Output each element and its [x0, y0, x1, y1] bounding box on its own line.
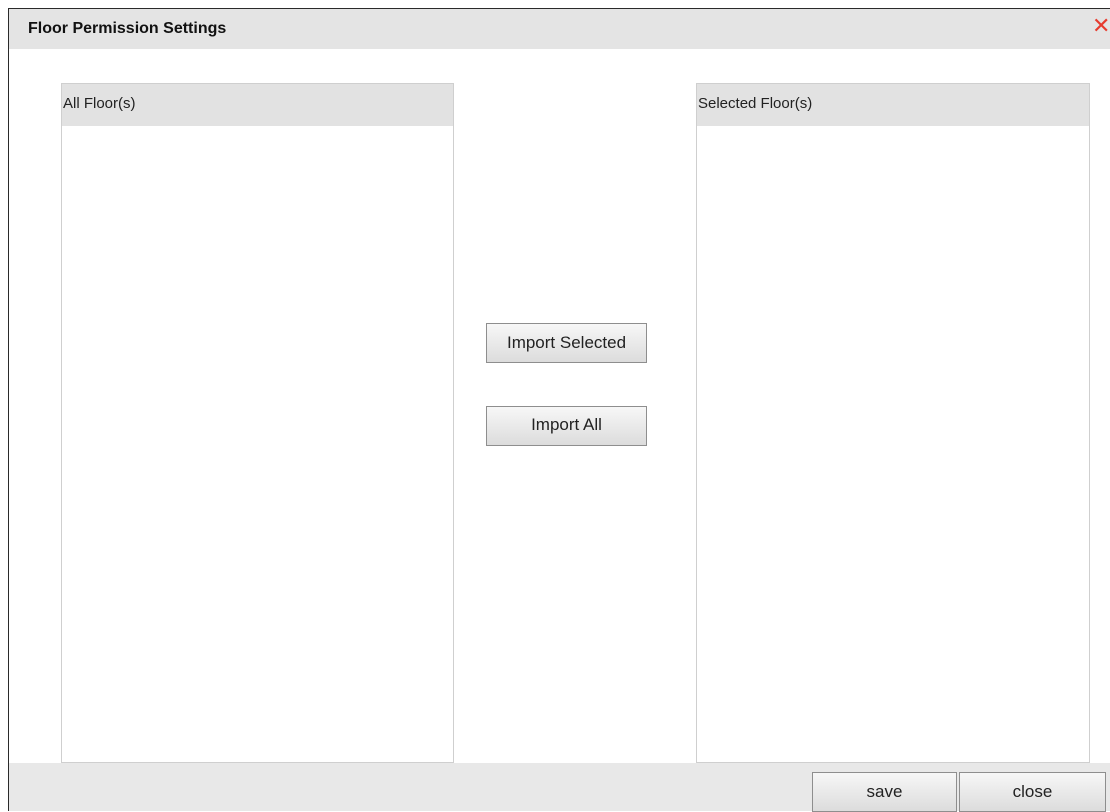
- import-selected-button[interactable]: Import Selected: [486, 323, 647, 363]
- dialog-title: Floor Permission Settings: [28, 20, 227, 37]
- dialog-titlebar: Floor Permission Settings ✕: [9, 9, 1110, 49]
- all-floors-list-body[interactable]: [62, 126, 453, 762]
- selected-floors-list-body[interactable]: [697, 126, 1089, 762]
- all-floors-header: All Floor(s): [62, 84, 453, 126]
- close-icon[interactable]: ✕: [1092, 16, 1110, 38]
- save-button[interactable]: save: [812, 772, 957, 812]
- import-all-button[interactable]: Import All: [486, 406, 647, 446]
- all-floors-list[interactable]: All Floor(s): [61, 83, 454, 763]
- floor-permission-dialog: Floor Permission Settings ✕ All Floor(s)…: [8, 8, 1110, 812]
- selected-floors-header: Selected Floor(s): [697, 84, 1089, 126]
- close-button[interactable]: close: [959, 772, 1106, 812]
- selected-floors-list[interactable]: Selected Floor(s): [696, 83, 1090, 763]
